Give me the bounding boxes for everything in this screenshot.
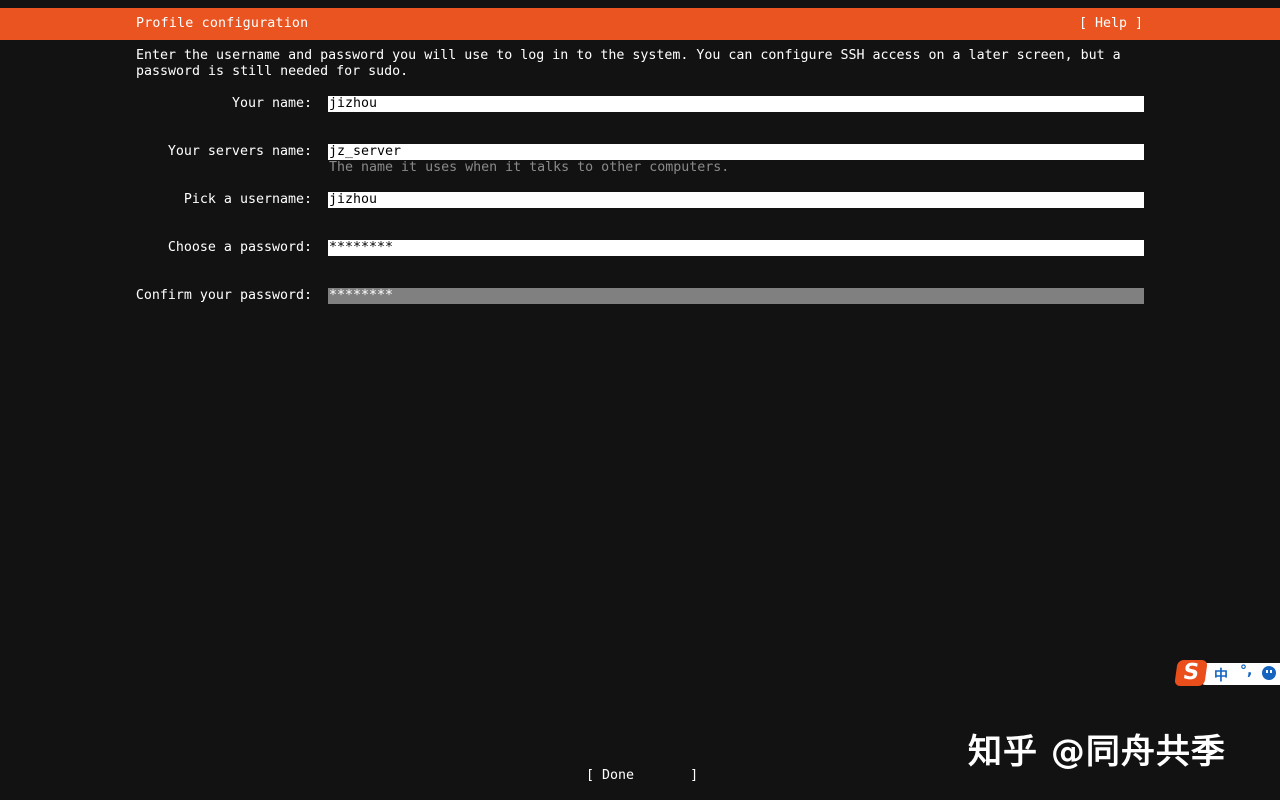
installer-screen: Profile configuration [ Help ] Enter the…	[0, 0, 1280, 800]
server-name-label: Your servers name:	[167, 144, 312, 159]
sogou-logo-icon[interactable]: S	[1174, 660, 1208, 686]
intro-text: Enter the username and password you will…	[136, 48, 1121, 79]
server-name-hint: The name it uses when it talks to other …	[329, 160, 730, 175]
password-input[interactable]: ********	[328, 240, 1144, 256]
your-name-label: Your name:	[231, 96, 312, 111]
password-label: Choose a password:	[167, 240, 312, 255]
confirm-password-label: Confirm your password:	[135, 288, 312, 303]
emoji-icon[interactable]	[1262, 666, 1276, 680]
ime-toolbar[interactable]: S 中 °,	[1174, 658, 1280, 688]
help-button[interactable]: [ Help ]	[1079, 16, 1143, 31]
ime-punctuation-toggle[interactable]: °,	[1240, 663, 1252, 679]
ime-mode-toggle[interactable]: 中	[1214, 665, 1228, 685]
page-title: Profile configuration	[136, 16, 309, 31]
done-button[interactable]: [ Done ]	[586, 768, 698, 783]
username-input[interactable]: jizhou	[328, 192, 1144, 208]
server-name-input[interactable]: jz_server	[328, 144, 1144, 160]
watermark: 知乎 @同舟共季	[968, 732, 1226, 772]
your-name-input[interactable]: jizhou	[328, 96, 1144, 112]
confirm-password-input[interactable]: ********	[328, 288, 1144, 304]
header-bar: Profile configuration [ Help ]	[0, 8, 1280, 40]
username-label: Pick a username:	[183, 192, 312, 207]
